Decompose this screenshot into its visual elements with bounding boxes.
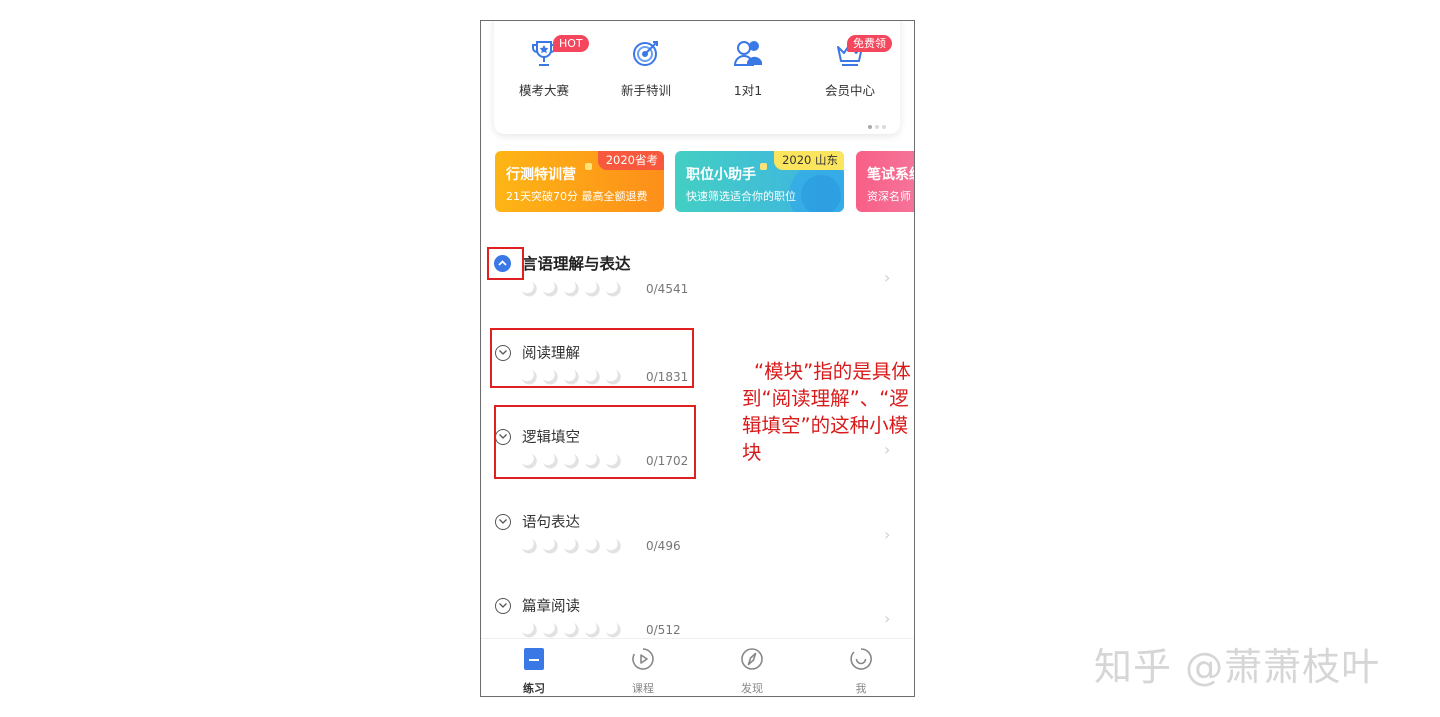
moon-icon bbox=[606, 623, 621, 638]
moon-icon bbox=[543, 623, 558, 638]
sparkle-icon bbox=[585, 163, 592, 170]
banner-subtitle: 快速筛选适合你的职位 bbox=[686, 190, 796, 203]
annotation-text: “模块”指的是具体到“阅读理解”、“逻辑填空”的这种小模块 bbox=[742, 360, 911, 464]
tab-label: 练习 bbox=[523, 682, 545, 695]
banner-tag: 2020省考 bbox=[597, 151, 664, 170]
tutor-icon bbox=[733, 41, 762, 66]
module-title: 语句表达 bbox=[522, 515, 580, 531]
expand-chevron-icon[interactable] bbox=[495, 514, 511, 530]
category-title: 言语理解与表达 bbox=[522, 255, 631, 273]
moon-icon bbox=[585, 539, 600, 554]
banner-subtitle: 21天突破70分 最高全额退费 bbox=[506, 190, 648, 203]
moon-icon bbox=[564, 539, 579, 554]
moon-icon bbox=[585, 282, 600, 297]
tab-label: 课程 bbox=[632, 682, 654, 695]
tab-label: 发现 bbox=[741, 682, 763, 695]
moon-icon bbox=[564, 623, 579, 638]
highlight-box-reading bbox=[490, 328, 694, 388]
moon-icon bbox=[522, 623, 537, 638]
carousel-dots bbox=[865, 114, 886, 133]
module-row-sentence[interactable]: 语句表达 0/496 › bbox=[481, 507, 914, 577]
hot-badge: HOT bbox=[553, 35, 589, 52]
practice-book-icon bbox=[524, 648, 544, 670]
highlight-box-chevron bbox=[487, 247, 524, 280]
feature-card: HOT 模考大赛 新手特训 1对1 免费领 会员中心 bbox=[494, 21, 900, 134]
tab-label: 我 bbox=[855, 682, 867, 695]
progress-count: 0/4541 bbox=[646, 282, 689, 296]
moon-icon bbox=[585, 623, 600, 638]
tab-me[interactable]: 我 bbox=[826, 647, 896, 696]
progress-moons bbox=[520, 537, 625, 559]
moon-icon bbox=[606, 282, 621, 297]
highlight-box-logic-fill bbox=[494, 405, 696, 479]
progress-count: 0/496 bbox=[646, 539, 681, 553]
feature-label: 会员中心 bbox=[824, 83, 875, 98]
progress-count: 0/512 bbox=[646, 623, 681, 637]
feature-newbie-training[interactable]: 新手特训 bbox=[596, 37, 696, 117]
moon-icon bbox=[606, 539, 621, 554]
tab-practice[interactable]: 练习 bbox=[499, 647, 569, 696]
feature-label: 模考大赛 bbox=[518, 83, 569, 98]
feature-label: 新手特训 bbox=[620, 83, 671, 98]
chevron-right-icon: › bbox=[884, 609, 891, 628]
banner-title: 职位小助手 bbox=[686, 167, 756, 183]
banner-subtitle: 资深名师 bbox=[867, 190, 911, 203]
moon-icon bbox=[564, 282, 579, 297]
banner-title: 行测特训营 bbox=[506, 167, 576, 183]
bottom-tab-bar: 练习 课程 发现 我 bbox=[481, 638, 914, 696]
free-badge: 免费领 bbox=[847, 35, 892, 52]
target-icon bbox=[633, 41, 658, 66]
chevron-right-icon: › bbox=[884, 268, 891, 287]
play-circle-icon bbox=[632, 648, 654, 670]
module-title: 篇章阅读 bbox=[522, 599, 580, 615]
watermark: 知乎 @萧萧枝叶 bbox=[1094, 645, 1381, 689]
moon-icon bbox=[543, 539, 558, 554]
feature-label: 1对1 bbox=[733, 83, 763, 98]
tab-discover[interactable]: 发现 bbox=[717, 647, 787, 696]
banner-tag: 2020 山东 bbox=[774, 151, 844, 170]
banner-training-camp[interactable]: 行测特训营 21天突破70分 最高全额退费 2020省考 bbox=[495, 151, 664, 212]
compass-icon bbox=[741, 648, 763, 670]
banner-job-assistant[interactable]: 职位小助手 快速筛选适合你的职位 2020 山东 bbox=[675, 151, 844, 212]
progress-moons bbox=[520, 280, 625, 302]
moon-icon bbox=[543, 282, 558, 297]
moon-icon bbox=[522, 282, 537, 297]
feature-one-on-one[interactable]: 1对1 bbox=[698, 37, 798, 117]
banner-written-exam[interactable]: 笔试系统 资深名师 bbox=[856, 151, 914, 212]
feature-member-center[interactable]: 免费领 会员中心 bbox=[800, 35, 900, 117]
chevron-right-icon: › bbox=[884, 525, 891, 544]
sparkle-icon bbox=[760, 163, 767, 170]
category-row-verbal[interactable]: 言语理解与表达 0/4541 › bbox=[481, 250, 914, 320]
smile-icon bbox=[850, 648, 872, 670]
tab-courses[interactable]: 课程 bbox=[608, 647, 678, 696]
feature-mock-exam[interactable]: HOT 模考大赛 bbox=[494, 35, 594, 117]
banner-title: 笔试系统 bbox=[867, 167, 914, 183]
expand-chevron-icon[interactable] bbox=[495, 598, 511, 614]
moon-icon bbox=[522, 539, 537, 554]
